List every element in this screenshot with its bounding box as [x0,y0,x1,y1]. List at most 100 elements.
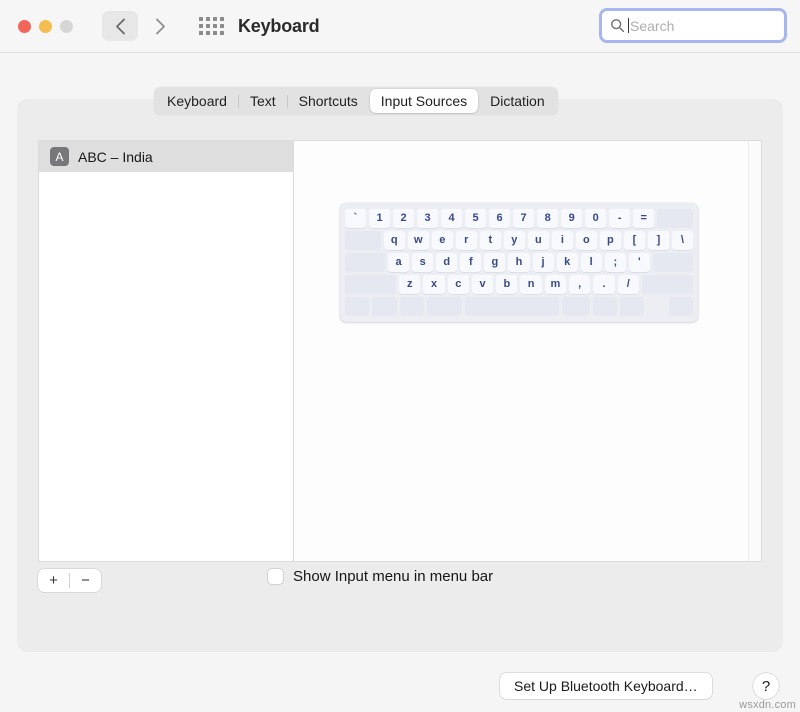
key-modifier-blank [400,297,424,316]
keyboard-row: zxcvbnm,./ [345,275,693,294]
input-sources-list[interactable]: A ABC – India [39,141,294,561]
minimize-window-button[interactable] [39,20,52,33]
key-modifier-blank [642,275,693,294]
watermark: wsxdn.com [739,699,796,711]
key-e: e [432,231,453,250]
input-source-label: ABC – India [78,149,153,165]
key-,: , [569,275,590,294]
key-backslash: \ [672,231,693,250]
key-d: d [436,253,457,272]
key-modifier-blank [657,209,693,228]
tab-input-sources[interactable]: Input Sources [370,89,478,113]
preferences-panel: A ABC – India `1234567890-= qwertyuiop[]\… [18,100,782,651]
key-modifier-blank [653,253,693,272]
key-modifier-blank [593,297,617,316]
key-u: u [528,231,549,250]
key-': ' [629,253,650,272]
navigation-buttons [102,11,178,41]
key-x: x [423,275,444,294]
keyboard-row [345,297,693,316]
key-.: . [593,275,614,294]
tab-keyboard[interactable]: Keyboard [156,89,238,113]
preview-scrollbar[interactable] [748,141,761,561]
input-sources-content: A ABC – India `1234567890-= qwertyuiop[]\… [38,140,762,562]
key-l: l [581,253,602,272]
key-/: / [618,275,639,294]
search-icon [610,18,625,33]
key-1: 1 [369,209,390,228]
key-5: 5 [465,209,486,228]
search-placeholder: Search [630,18,674,34]
remove-input-source-button[interactable]: − [70,569,101,592]
key-o: o [576,231,597,250]
search-input[interactable]: Search [602,11,784,40]
key-t: t [480,231,501,250]
key-h: h [508,253,529,272]
add-input-source-button[interactable]: + [38,569,69,592]
key-w: w [408,231,429,250]
key-modifier-blank [345,275,396,294]
key-modifier-blank [669,297,693,316]
key-modifier-blank [620,297,644,316]
key-9: 9 [561,209,582,228]
key-modifier-blank [465,297,558,316]
help-button[interactable]: ? [753,673,779,699]
key-modifier-blank [372,297,396,316]
keyboard-row: `1234567890-= [345,209,693,228]
keyboard-row: qwertyuiop[]\ [345,231,693,250]
search-field[interactable]: Search [599,8,787,43]
back-button[interactable] [102,11,138,41]
show-all-preferences-icon[interactable] [198,15,224,37]
forward-button[interactable] [142,11,178,41]
window-toolbar: Keyboard Search [0,0,800,53]
tab-dictation[interactable]: Dictation [479,89,555,113]
key-modifier-blank [345,231,381,250]
key-`: ` [345,209,366,228]
key-v: v [472,275,493,294]
key-b: b [496,275,517,294]
key-2: 2 [393,209,414,228]
chevron-right-icon [155,18,166,35]
key--: - [609,209,630,228]
add-remove-source-buttons: + − [38,569,101,592]
input-source-flag-icon: A [50,147,69,166]
key-3: 3 [417,209,438,228]
key-c: c [448,275,469,294]
page-title: Keyboard [238,16,319,37]
key-y: y [504,231,525,250]
key-modifier-blank [562,297,590,316]
key-4: 4 [441,209,462,228]
keyboard-row: asdfghjkl;' [345,253,693,272]
zoom-window-button[interactable] [60,20,73,33]
show-input-menu-option[interactable]: Show Input menu in menu bar [268,568,493,585]
key-modifier-blank [345,297,369,316]
show-input-menu-checkbox[interactable] [268,569,283,584]
key-modifier-blank [345,253,385,272]
key-modifier-blank [427,297,462,316]
key-n: n [520,275,541,294]
preference-tabs: Keyboard Text Shortcuts Input Sources Di… [154,87,558,115]
close-window-button[interactable] [18,20,31,33]
keyboard-preferences-window: Keyboard Search Keyboard Text Shortcuts … [0,0,800,712]
key-j: j [533,253,554,272]
key-p: p [600,231,621,250]
chevron-left-icon [115,18,126,35]
key-8: 8 [537,209,558,228]
key-f: f [460,253,481,272]
key-k: k [557,253,578,272]
set-up-bluetooth-keyboard-button[interactable]: Set Up Bluetooth Keyboard… [500,673,712,699]
show-input-menu-label: Show Input menu in menu bar [293,568,493,585]
keyboard-layout-preview: `1234567890-= qwertyuiop[]\ asdfghjkl;' zxc… [340,203,698,322]
tab-shortcuts[interactable]: Shortcuts [288,89,369,113]
key-[: [ [624,231,645,250]
key-z: z [399,275,420,294]
key-s: s [412,253,433,272]
search-text-caret [628,18,629,33]
key-r: r [456,231,477,250]
list-item[interactable]: A ABC – India [39,141,293,172]
tab-text[interactable]: Text [239,89,287,113]
key-=: = [633,209,654,228]
keyboard-layout-preview-pane: `1234567890-= qwertyuiop[]\ asdfghjkl;' zxc… [294,141,761,561]
key-a: a [388,253,409,272]
key-g: g [484,253,505,272]
